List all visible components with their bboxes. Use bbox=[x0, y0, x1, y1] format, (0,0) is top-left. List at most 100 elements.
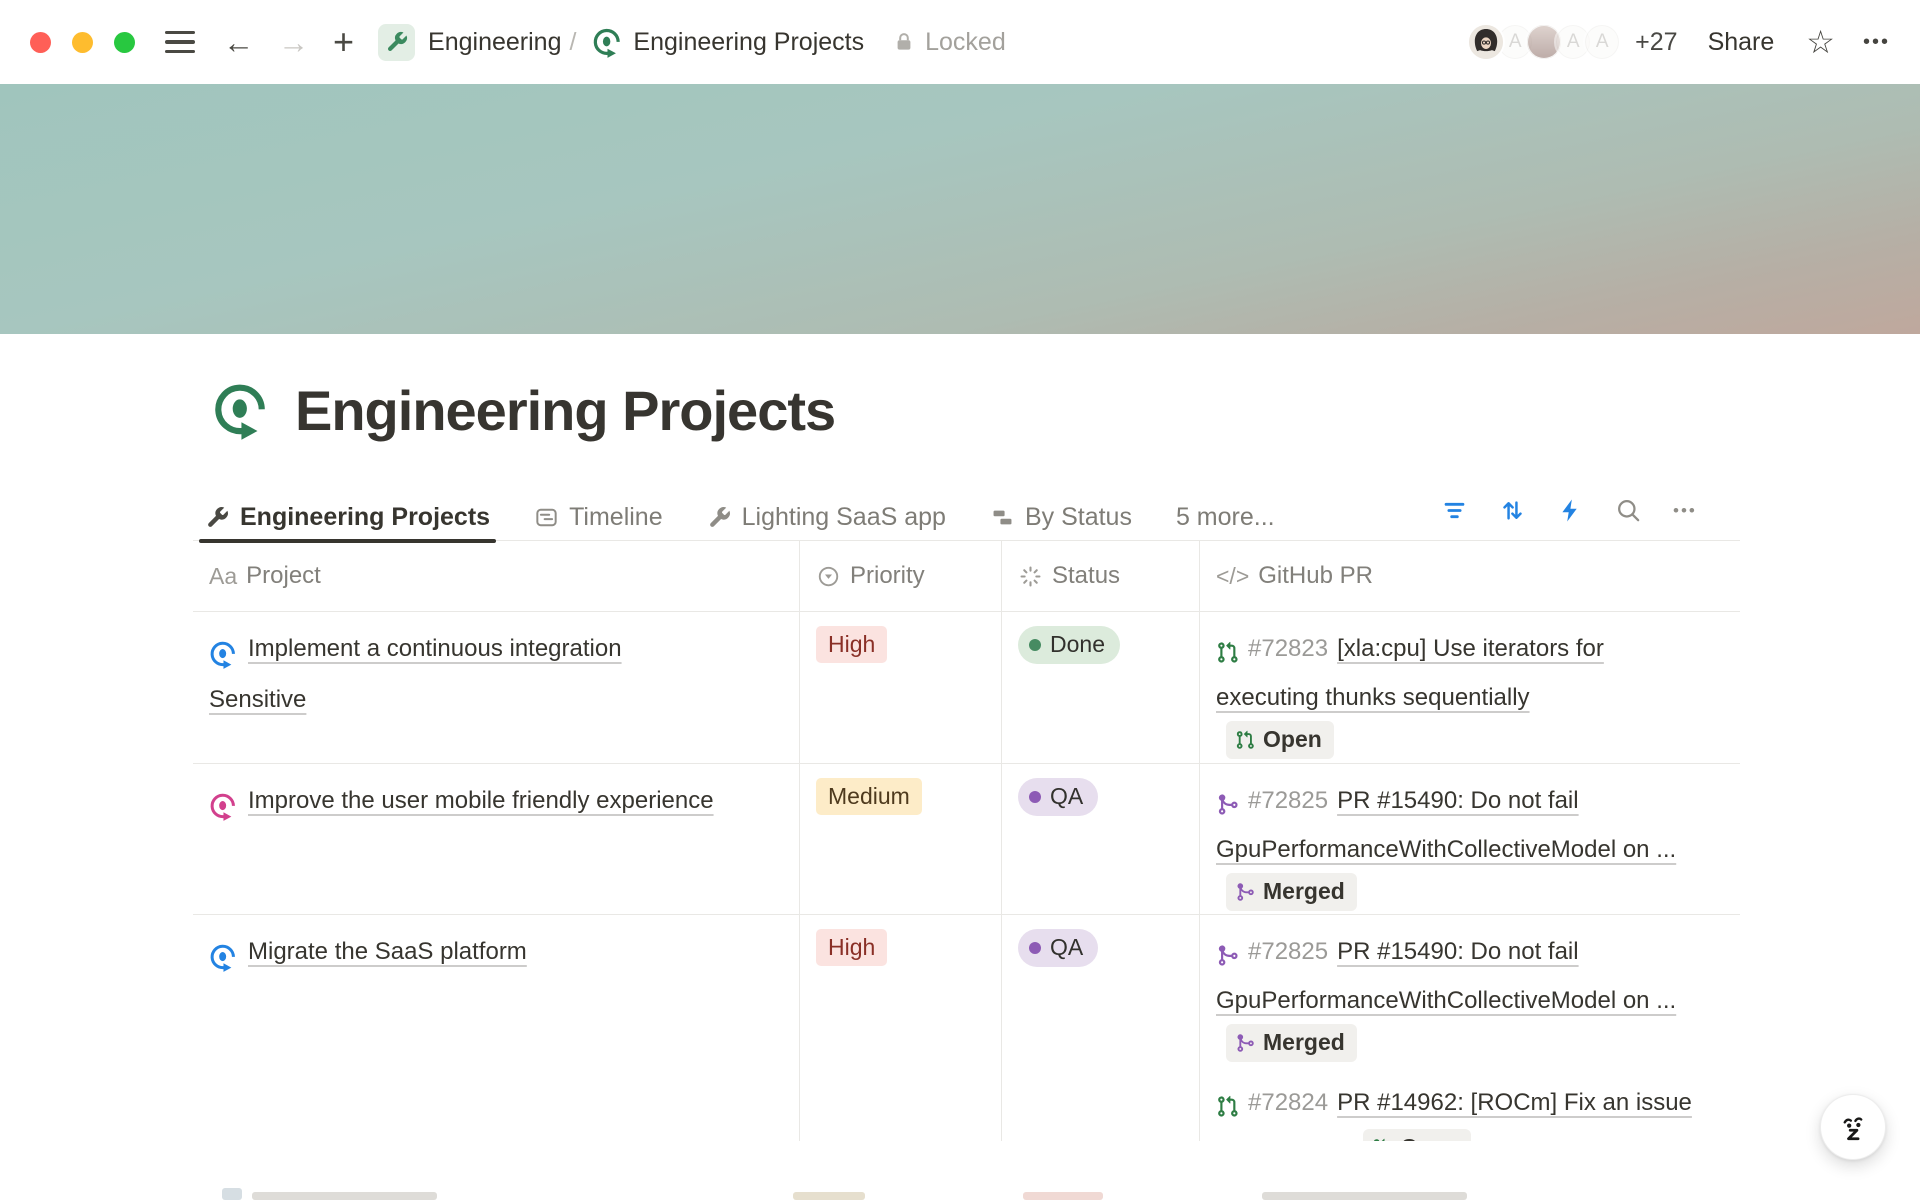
pr-number: #72825 bbox=[1248, 938, 1328, 965]
more-options-icon[interactable]: ••• bbox=[1863, 31, 1890, 54]
ai-face-icon bbox=[1836, 1110, 1870, 1144]
column-header-project[interactable]: Aa Project bbox=[193, 541, 800, 611]
tab-lighting-saas-app[interactable]: Lighting SaaS app bbox=[707, 503, 946, 532]
lock-icon bbox=[892, 30, 916, 54]
view-tabs: Engineering Projects Timeline Lighting S… bbox=[205, 494, 1275, 541]
project-page-link[interactable]: Migrate the SaaS platform bbox=[248, 938, 527, 965]
pr-state-chip[interactable]: Open bbox=[1363, 1129, 1471, 1141]
column-header-status[interactable]: Status bbox=[1002, 541, 1200, 611]
page-header: Engineering Projects bbox=[212, 378, 835, 443]
pr-mention: #72824PR #14962: [ROCm] Fix an issue wit… bbox=[1216, 1080, 1700, 1141]
sort-icon[interactable] bbox=[1499, 497, 1526, 524]
page-iteration-icon bbox=[592, 27, 622, 58]
git-merge-icon bbox=[1235, 1033, 1255, 1053]
status-dot bbox=[1029, 942, 1041, 954]
project-iteration-icon bbox=[209, 783, 237, 829]
project-cell[interactable]: Migrate the SaaS platform bbox=[193, 915, 800, 1141]
status-dot bbox=[1029, 791, 1041, 803]
view-more-icon[interactable]: ••• bbox=[1673, 501, 1697, 521]
page-title-iteration-icon[interactable] bbox=[212, 381, 269, 440]
notion-ai-button[interactable] bbox=[1820, 1094, 1886, 1160]
close-window-button[interactable] bbox=[30, 32, 51, 53]
git-merge-icon bbox=[1216, 781, 1239, 827]
column-header-github-pr[interactable]: </> GitHub PR bbox=[1200, 541, 1740, 611]
tab-label: Timeline bbox=[569, 503, 663, 532]
tab-by-status[interactable]: By Status bbox=[990, 503, 1132, 532]
new-page-icon[interactable]: + bbox=[333, 24, 354, 60]
column-header-priority[interactable]: Priority bbox=[800, 541, 1002, 611]
github-pr-cell[interactable]: #72825PR #15490: Do not fail GpuPerforma… bbox=[1200, 764, 1740, 933]
priority-cell[interactable]: High bbox=[800, 612, 1002, 781]
zoom-window-button[interactable] bbox=[114, 32, 135, 53]
more-views-button[interactable]: 5 more... bbox=[1176, 503, 1275, 532]
locked-toggle[interactable]: Locked bbox=[892, 28, 1006, 57]
column-label: Status bbox=[1052, 562, 1120, 590]
clipped-next-row bbox=[222, 1188, 242, 1200]
window-toolbar: ← → + Engineering / Engineering Projects… bbox=[0, 0, 1920, 84]
project-page-link[interactable]: Improve the user mobile friendly experie… bbox=[248, 787, 714, 814]
priority-badge: High bbox=[816, 929, 887, 966]
workspace-hammer-icon[interactable] bbox=[378, 24, 415, 61]
project-cell[interactable]: Implement a continuous integration Sensi… bbox=[193, 612, 800, 781]
status-pill: QA bbox=[1018, 778, 1098, 816]
table-row: Implement a continuous integration Sensi… bbox=[193, 612, 1740, 764]
forward-icon[interactable]: → bbox=[278, 27, 309, 58]
member-avatars[interactable]: A A A bbox=[1467, 23, 1621, 61]
automation-bolt-icon[interactable] bbox=[1557, 497, 1584, 524]
minimize-window-button[interactable] bbox=[72, 32, 93, 53]
pr-number: #72825 bbox=[1248, 787, 1328, 814]
pr-state-chip[interactable]: Merged bbox=[1226, 873, 1357, 910]
priority-badge: High bbox=[816, 626, 887, 663]
github-pr-cell[interactable]: #72825PR #15490: Do not fail GpuPerforma… bbox=[1200, 915, 1740, 1141]
back-icon[interactable]: ← bbox=[223, 27, 254, 58]
tab-label: Lighting SaaS app bbox=[742, 503, 946, 532]
pr-state-chip[interactable]: Open bbox=[1226, 721, 1334, 758]
avatar[interactable]: A bbox=[1583, 23, 1621, 61]
breadcrumb-workspace[interactable]: Engineering bbox=[428, 28, 561, 57]
pr-number: #72823 bbox=[1248, 635, 1328, 662]
bottom-fade-overlay bbox=[0, 1141, 1920, 1186]
project-iteration-icon bbox=[209, 631, 237, 677]
priority-badge: Medium bbox=[816, 778, 922, 815]
git-pull-request-icon bbox=[1216, 1083, 1239, 1129]
table-header-row: Aa Project Priority Status </> GitHub PR bbox=[193, 541, 1740, 612]
project-page-link[interactable]: Implement a continuous integration Sensi… bbox=[209, 635, 622, 713]
search-icon[interactable] bbox=[1615, 497, 1642, 524]
pr-mention: #72823[xla:cpu] Use iterators for execut… bbox=[1216, 626, 1700, 767]
status-cell[interactable]: QA bbox=[1002, 915, 1200, 1141]
column-label: Priority bbox=[850, 562, 925, 590]
table-row: Migrate the SaaS platform High QA #72825… bbox=[193, 915, 1740, 1141]
avatar-overflow-count[interactable]: +27 bbox=[1635, 28, 1677, 57]
timeline-icon bbox=[534, 505, 559, 530]
page-title[interactable]: Engineering Projects bbox=[295, 378, 835, 443]
avatar[interactable] bbox=[1467, 23, 1505, 61]
breadcrumb-page[interactable]: Engineering Projects bbox=[633, 28, 864, 57]
sidebar-toggle-icon[interactable] bbox=[165, 31, 195, 53]
tab-timeline[interactable]: Timeline bbox=[534, 503, 663, 532]
view-actions: ••• bbox=[1441, 497, 1697, 524]
breadcrumb-separator: / bbox=[569, 28, 576, 57]
pr-number: #72824 bbox=[1248, 1089, 1328, 1116]
database-table: Aa Project Priority Status </> GitHub PR… bbox=[193, 541, 1740, 1141]
github-pr-cell[interactable]: #72823[xla:cpu] Use iterators for execut… bbox=[1200, 612, 1740, 781]
priority-cell[interactable]: Medium bbox=[800, 764, 1002, 933]
status-dot bbox=[1029, 639, 1041, 651]
tab-engineering-projects[interactable]: Engineering Projects bbox=[205, 503, 490, 532]
pr-mention: #72825PR #15490: Do not fail GpuPerforma… bbox=[1216, 929, 1700, 1070]
share-button[interactable]: Share bbox=[1708, 28, 1775, 57]
git-merge-icon bbox=[1216, 932, 1239, 978]
pr-state-chip[interactable]: Merged bbox=[1226, 1024, 1357, 1061]
status-cell[interactable]: QA bbox=[1002, 764, 1200, 933]
column-label: GitHub PR bbox=[1258, 562, 1373, 590]
git-merge-icon bbox=[1235, 882, 1255, 902]
status-cell[interactable]: Done bbox=[1002, 612, 1200, 781]
clipped-next-row bbox=[1262, 1192, 1467, 1200]
table-row: Improve the user mobile friendly experie… bbox=[193, 764, 1740, 915]
hammer-icon bbox=[707, 505, 732, 530]
git-pull-request-icon bbox=[1216, 629, 1239, 675]
favorite-star-icon[interactable]: ☆ bbox=[1806, 26, 1835, 58]
project-cell[interactable]: Improve the user mobile friendly experie… bbox=[193, 764, 800, 933]
filter-icon[interactable] bbox=[1441, 497, 1468, 524]
code-type-icon: </> bbox=[1216, 563, 1249, 590]
priority-cell[interactable]: High bbox=[800, 915, 1002, 1141]
